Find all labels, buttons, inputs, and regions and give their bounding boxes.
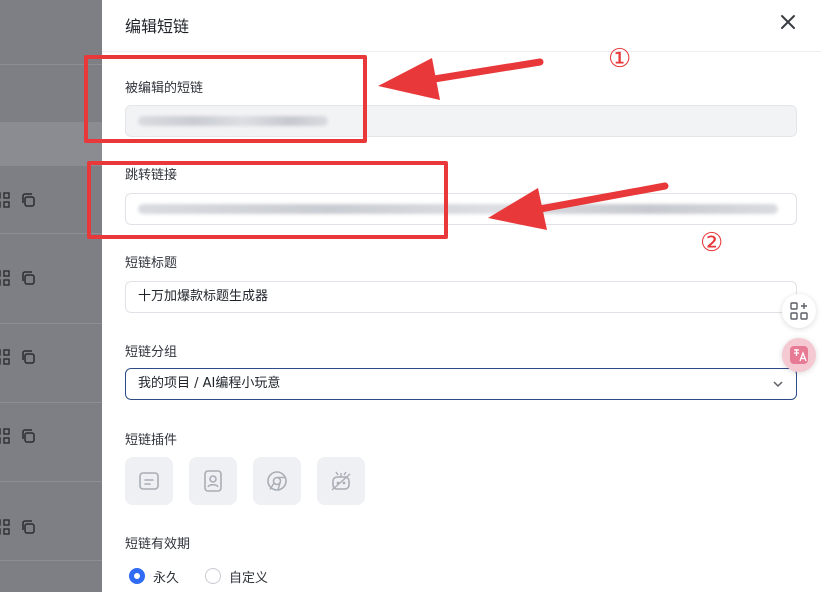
- annotation-marker-2: ②: [700, 228, 724, 258]
- annotation-arrow-1: [378, 58, 544, 100]
- annotation-arrows: [378, 58, 669, 230]
- annotation-marker-1: ①: [608, 44, 632, 74]
- annotation-arrow-2: [488, 182, 669, 230]
